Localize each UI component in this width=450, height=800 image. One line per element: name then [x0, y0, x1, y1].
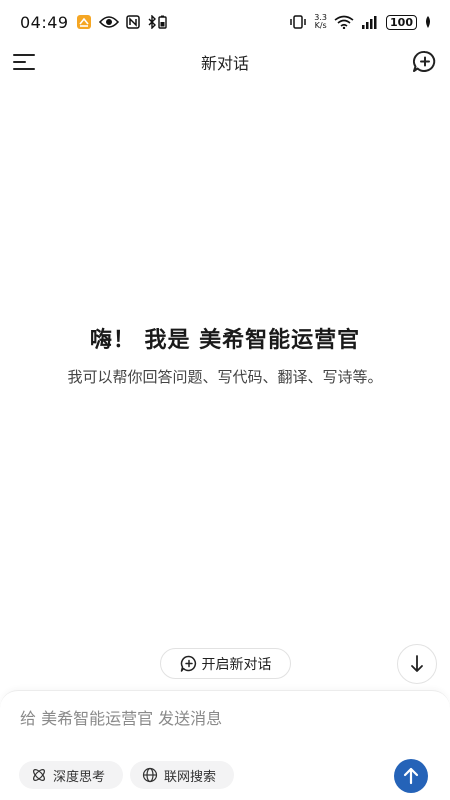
deep-think-toggle[interactable]: 深度思考 [19, 761, 123, 789]
message-input[interactable] [20, 705, 420, 731]
atom-icon [33, 769, 45, 781]
vibrate-icon [289, 15, 307, 29]
wifi-icon [334, 15, 354, 29]
menu-icon [13, 54, 35, 70]
send-button[interactable] [394, 759, 428, 793]
welcome-title: 嗨！ 我是 美希智能运营官 [89, 328, 361, 353]
new-chat-button[interactable] [412, 50, 438, 74]
battery-indicator: 100 [386, 14, 417, 30]
leaf-icon [424, 16, 432, 28]
signal-icon [361, 15, 379, 29]
network-speed: 3.3 K/s [314, 14, 327, 30]
composer: 深度思考 联网搜索 [0, 690, 450, 800]
page-title: 新对话 [200, 54, 249, 73]
deep-think-label: 深度思考 [53, 769, 106, 785]
welcome-subtitle: 我可以帮你回答问题、写代码、翻译、写诗等。 [67, 368, 383, 386]
welcome-section: 嗨！ 我是 美希智能运营官 我可以帮你回答问题、写代码、翻译、写诗等。 [0, 322, 450, 389]
speed-unit: K/s [314, 21, 327, 30]
new-chat-icon [180, 655, 196, 672]
arrow-down-icon [411, 655, 423, 672]
clock: 04:49 [20, 12, 69, 32]
app-notification-icon [76, 14, 92, 30]
new-chat-icon [412, 50, 436, 72]
web-search-label: 联网搜索 [164, 769, 217, 785]
web-search-toggle[interactable]: 联网搜索 [130, 761, 234, 789]
open-new-chat-button[interactable]: 开启新对话 [160, 648, 291, 679]
open-new-chat-label: 开启新对话 [201, 656, 272, 673]
globe-icon [142, 767, 158, 783]
nfc-icon [125, 15, 140, 29]
status-bar: 04:49 3.3 K/s 100 [0, 0, 450, 44]
arrow-up-icon [403, 767, 419, 785]
scroll-down-button[interactable] [397, 644, 437, 684]
app-screen: 04:49 3.3 K/s 100 新对话 嗨！ 我是 美希智能运营官 我可以帮… [0, 0, 450, 800]
menu-button[interactable] [13, 52, 35, 72]
status-left: 04:49 [20, 13, 169, 32]
eye-icon [98, 15, 119, 29]
bluetooth-battery-icon [147, 15, 169, 29]
app-header: 新对话 [0, 44, 450, 80]
status-right: 3.3 K/s 100 [289, 14, 432, 30]
